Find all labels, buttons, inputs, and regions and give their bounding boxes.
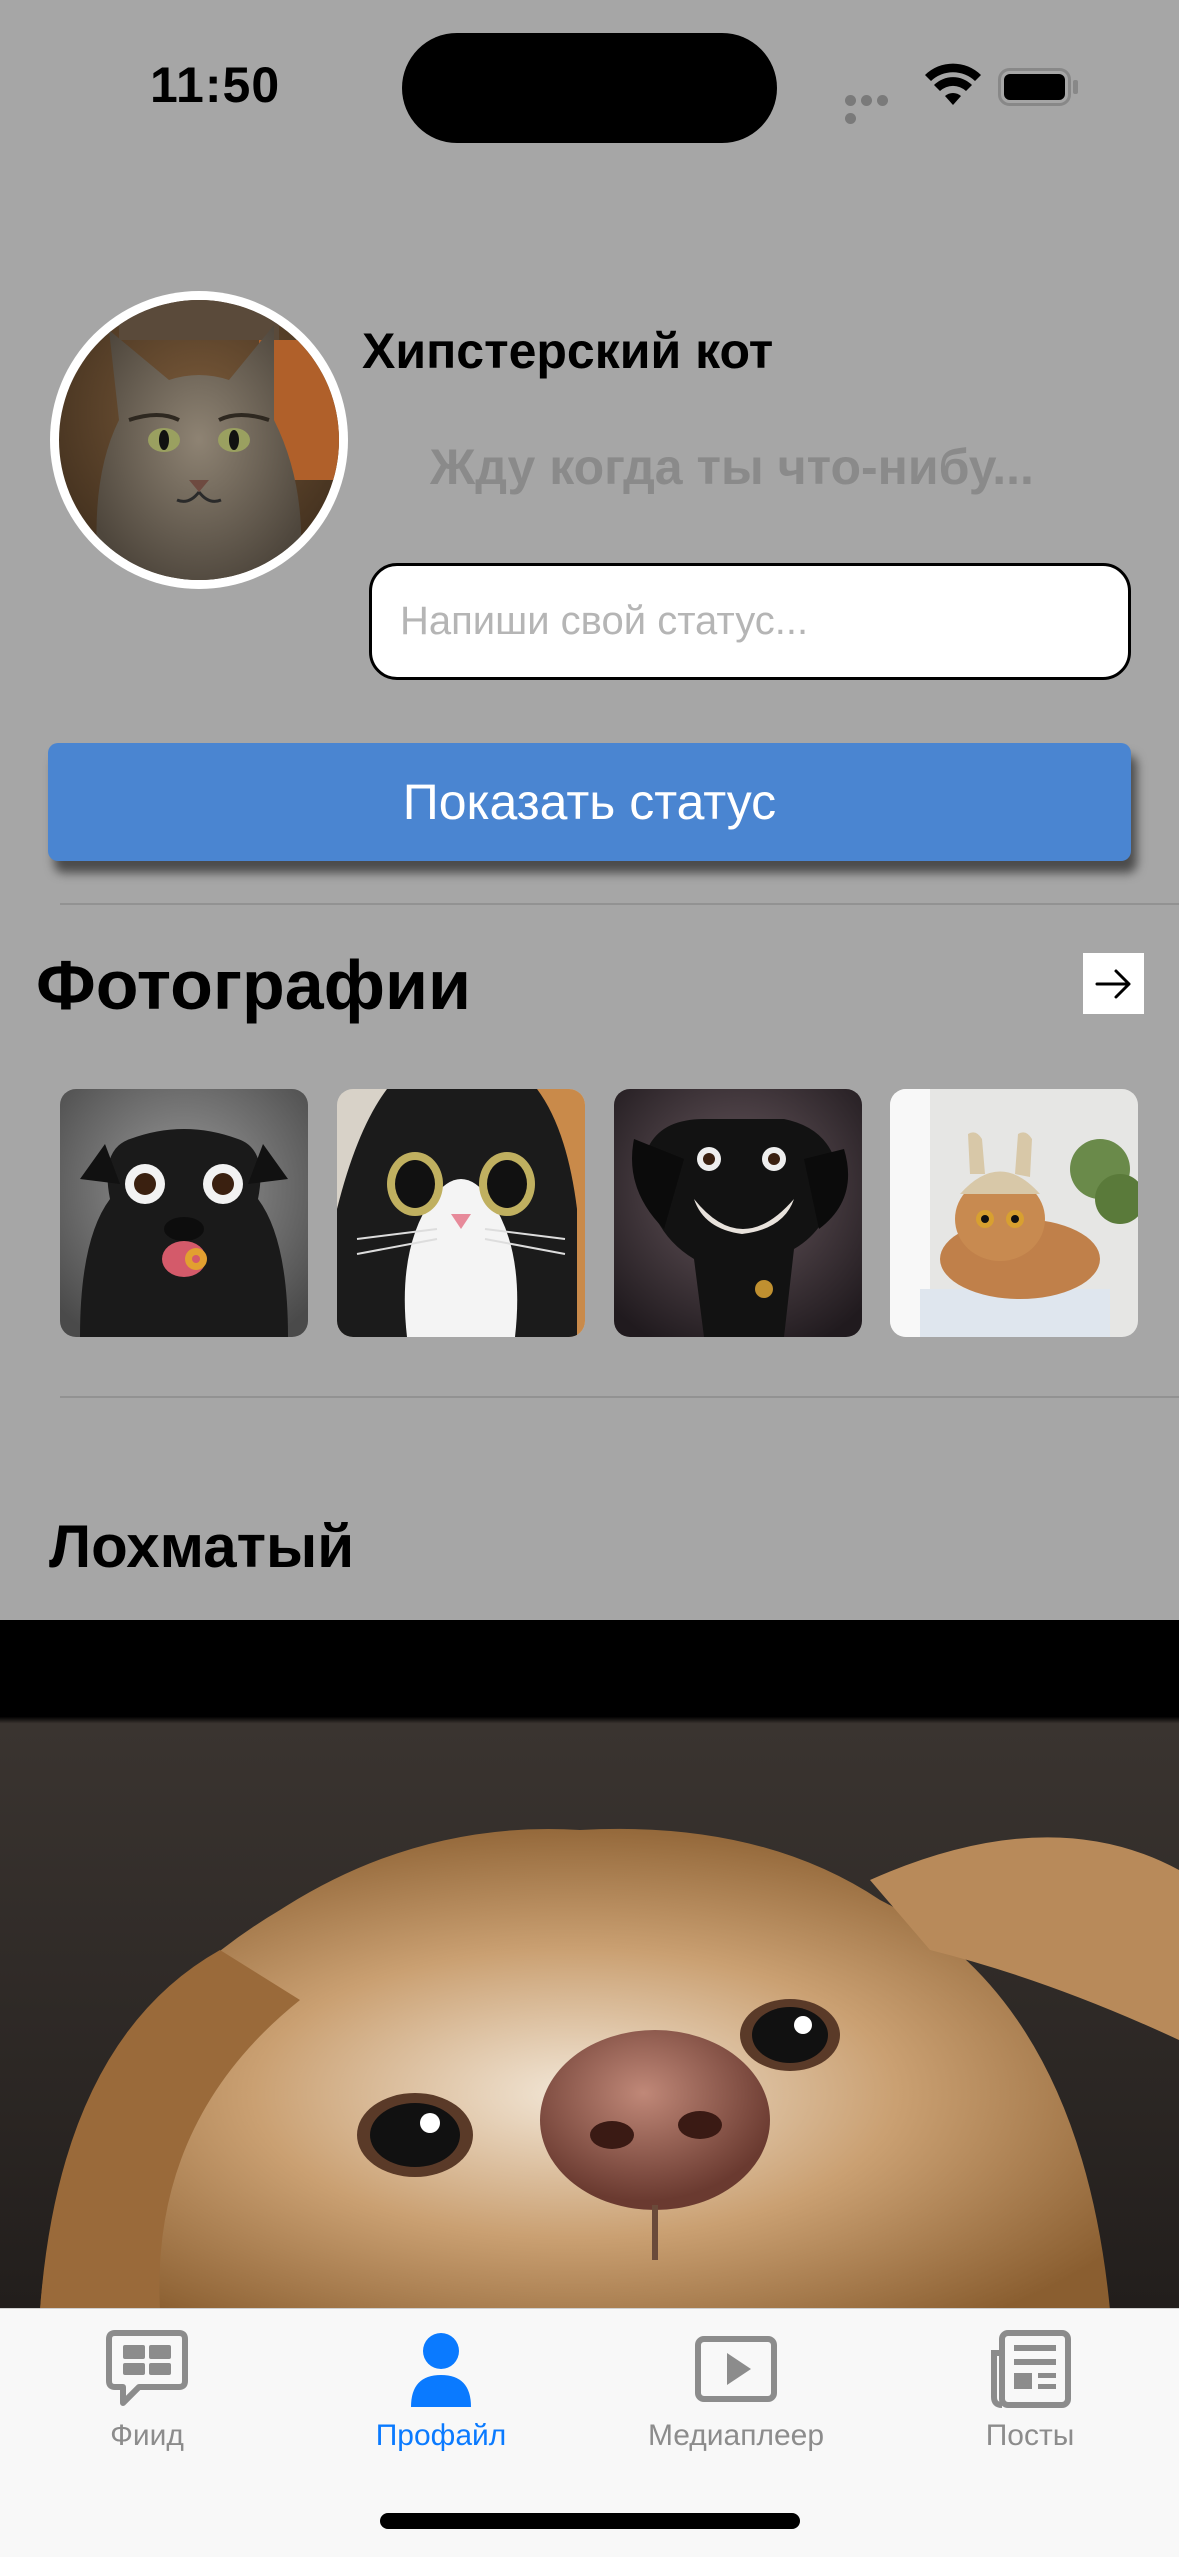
photo-thumbnail-pug[interactable] bbox=[60, 1089, 308, 1337]
tab-posts-label: Посты bbox=[985, 2419, 1075, 2452]
surprised-cat-photo bbox=[337, 1089, 585, 1337]
battery-icon bbox=[998, 68, 1078, 106]
tab-feed[interactable]: Фиид bbox=[0, 2309, 294, 2499]
show-status-button[interactable]: Показать статус bbox=[48, 743, 1131, 861]
profile-status-text: Жду когда ты что-нибу... bbox=[430, 439, 1034, 495]
newspaper-icon bbox=[991, 2330, 1071, 2408]
status-bar-time: 11:50 bbox=[150, 57, 281, 113]
photo-thumbnail-black-dog[interactable] bbox=[614, 1089, 862, 1337]
cat-avatar-image bbox=[59, 300, 339, 580]
status-input[interactable] bbox=[369, 563, 1131, 680]
divider bbox=[60, 903, 1179, 905]
avatar[interactable] bbox=[50, 291, 348, 589]
home-indicator[interactable] bbox=[380, 2513, 800, 2529]
person-icon bbox=[411, 2333, 471, 2407]
cellular-signal-icon bbox=[845, 93, 907, 124]
tab-media-player[interactable]: Медиаплеер bbox=[589, 2309, 883, 2499]
tab-feed-label: Фиид bbox=[110, 2419, 184, 2452]
photos-open-button[interactable] bbox=[1083, 953, 1144, 1014]
knit-hat-cat-photo bbox=[890, 1089, 1138, 1337]
funny-dog-photo bbox=[0, 1620, 1179, 2310]
pug-photo bbox=[60, 1089, 308, 1337]
photo-thumbnail-surprised-cat[interactable] bbox=[337, 1089, 585, 1337]
dynamic-island bbox=[402, 33, 777, 143]
divider bbox=[60, 1396, 1179, 1398]
photo-thumbnail-knit-hat-cat[interactable] bbox=[890, 1089, 1138, 1337]
play-rectangle-icon bbox=[695, 2336, 777, 2402]
wifi-icon bbox=[925, 63, 981, 105]
post-author: Лохматый bbox=[49, 1513, 355, 1580]
tab-profile[interactable]: Профайл bbox=[294, 2309, 588, 2499]
photos-section-title: Фотографии bbox=[36, 946, 472, 1024]
tab-media-label: Медиаплеер bbox=[647, 2419, 825, 2452]
post-image[interactable] bbox=[0, 1620, 1179, 2310]
profile-name: Хипстерский кот bbox=[362, 323, 774, 379]
black-dog-photo bbox=[614, 1089, 862, 1337]
arrow-right-icon bbox=[1095, 969, 1130, 998]
feed-bubble-icon bbox=[106, 2330, 188, 2406]
tab-posts[interactable]: Посты bbox=[883, 2309, 1177, 2499]
tab-profile-label: Профайл bbox=[375, 2419, 507, 2452]
